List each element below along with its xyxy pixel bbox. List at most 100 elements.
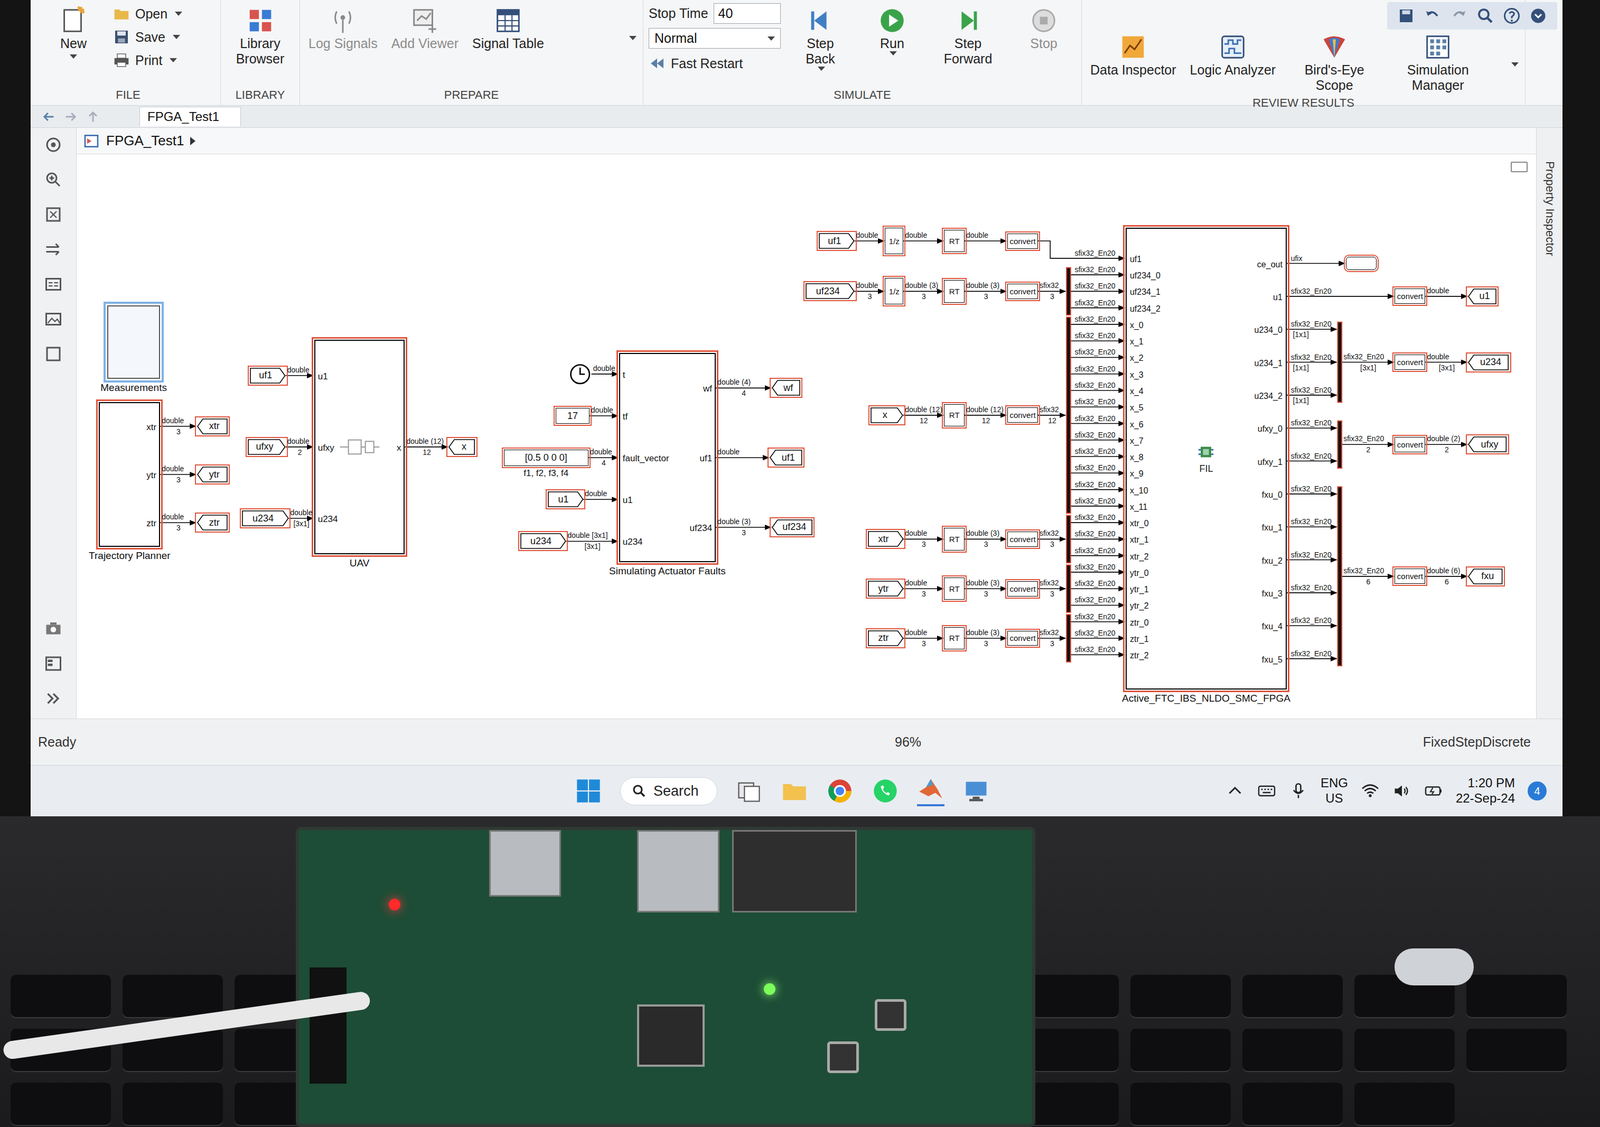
signal-line[interactable] (1070, 521, 1125, 523)
signal-line[interactable] (903, 637, 943, 639)
convert-block[interactable]: convert (1394, 354, 1426, 370)
bus-bar[interactable] (1066, 564, 1071, 613)
from-tag[interactable]: ufxy (247, 438, 286, 455)
gallery-expand[interactable] (629, 35, 637, 41)
signal-line[interactable] (1286, 295, 1394, 297)
fit-view-icon[interactable] (43, 204, 63, 224)
arrow-right-icon[interactable] (43, 239, 63, 259)
signal-line[interactable] (1286, 624, 1337, 626)
signal-line[interactable] (1286, 460, 1337, 462)
block-diagram-canvas[interactable]: MeasurementsxtrytrztrTrajectory Planneru… (76, 154, 1537, 719)
fingerprint-reader[interactable] (1394, 948, 1474, 986)
prepare-button[interactable]: Signal Table (469, 3, 548, 54)
signal-line[interactable] (964, 414, 1007, 416)
signal-line[interactable] (1286, 493, 1337, 495)
simulation-mode-dropdown[interactable]: Normal (648, 27, 781, 49)
review-button[interactable]: Bird's-Eye Scope (1286, 29, 1383, 96)
signal-line[interactable] (1037, 587, 1066, 589)
breadcrumb[interactable]: FPGA_Test1 (106, 132, 184, 149)
signal-line[interactable] (1070, 291, 1125, 293)
signal-line[interactable] (1425, 443, 1467, 445)
goto-tag[interactable]: u1 (1467, 288, 1497, 305)
goto-tag[interactable]: x (448, 438, 475, 455)
goto-tag[interactable]: uf1 (769, 449, 803, 466)
chrome-icon[interactable] (826, 777, 854, 805)
convert-block[interactable]: convert (1007, 630, 1038, 647)
wifi-icon[interactable] (1360, 781, 1380, 801)
solver-type[interactable]: FixedStepDiscrete (1423, 734, 1531, 750)
subsystem-block[interactable]: ttffault_vectoru1u234wfuf1uf234 (619, 352, 716, 563)
rt-block[interactable]: RT (943, 627, 965, 650)
keyboard-key[interactable] (1354, 1082, 1455, 1125)
bus-bar[interactable] (1066, 267, 1071, 316)
bus-bar[interactable] (1337, 420, 1342, 469)
dropdown-caret[interactable] (817, 66, 826, 71)
signal-line[interactable] (1070, 274, 1125, 276)
language-indicator[interactable]: ENGUS (1320, 775, 1349, 807)
new-button[interactable]: New (41, 3, 106, 61)
whatsapp-icon[interactable] (871, 777, 900, 805)
simulate-button[interactable]: Step Forward (931, 3, 1005, 69)
signal-line[interactable] (1070, 587, 1125, 589)
taskbar-search[interactable]: Search (620, 777, 718, 806)
signal-line[interactable] (1070, 653, 1125, 656)
rt-block[interactable]: RT (943, 279, 965, 303)
battery-icon[interactable] (1424, 781, 1444, 801)
signal-line[interactable] (288, 517, 313, 519)
goto-tag[interactable]: ytr (197, 466, 228, 483)
keyboard-key[interactable] (1466, 974, 1567, 1017)
prepare-button[interactable]: Add Viewer (388, 3, 462, 54)
keyboard-key[interactable] (122, 974, 223, 1017)
keyboard-key[interactable] (1354, 1028, 1455, 1071)
push-button[interactable] (874, 998, 907, 1031)
bus-bar[interactable] (1066, 515, 1071, 564)
bus-bar[interactable] (1337, 322, 1342, 403)
signal-line[interactable] (1070, 637, 1125, 639)
up-arrow-icon[interactable] (85, 109, 101, 125)
from-tag[interactable]: uf234 (805, 283, 855, 299)
hide-browser-icon[interactable] (43, 135, 63, 155)
signal-line[interactable] (1070, 472, 1125, 474)
area-icon[interactable] (43, 344, 63, 364)
from-tag[interactable]: u1 (547, 491, 584, 508)
from-tag[interactable]: uf1 (818, 232, 855, 249)
signal-line[interactable] (903, 414, 943, 416)
rt-block[interactable]: RT (943, 229, 965, 252)
review-button[interactable]: Logic Analyzer (1186, 29, 1280, 80)
signal-line[interactable] (964, 587, 1007, 589)
simulate-button[interactable]: Run (859, 3, 925, 58)
goto-tag[interactable]: uf234 (771, 519, 813, 536)
signal-line[interactable] (964, 637, 1007, 639)
signal-line[interactable] (1070, 323, 1125, 325)
signal-line[interactable] (1037, 291, 1066, 293)
goto-tag[interactable]: u234 (1467, 354, 1509, 371)
signal-line[interactable] (1037, 538, 1066, 540)
file-explorer-icon[interactable] (780, 777, 809, 805)
convert-block[interactable]: convert (1007, 407, 1038, 423)
signal-line[interactable] (1425, 361, 1467, 363)
signal-line[interactable] (1286, 328, 1337, 330)
signal-line[interactable] (1341, 575, 1394, 577)
signal-line[interactable] (964, 291, 1007, 293)
file-action-button[interactable]: Open (113, 3, 183, 25)
signal-line[interactable] (1070, 423, 1125, 425)
dropdown-caret[interactable] (69, 54, 78, 59)
signal-line[interactable] (1286, 658, 1337, 660)
bus-bar[interactable] (1066, 614, 1071, 662)
convert-block[interactable]: convert (1394, 568, 1426, 584)
signal-line[interactable] (1070, 373, 1125, 375)
forward-arrow-icon[interactable] (63, 109, 79, 125)
image-icon[interactable] (43, 309, 63, 329)
from-tag[interactable]: ytr (867, 580, 904, 597)
keyboard-key[interactable] (10, 974, 111, 1017)
delay-block[interactable]: 1/z (884, 227, 904, 255)
signal-line[interactable] (589, 415, 619, 417)
signal-line[interactable] (715, 387, 771, 389)
prepare-button[interactable]: Log Signals (305, 3, 381, 54)
signal-line[interactable] (1286, 427, 1337, 429)
show-hidden-icons-chevron[interactable] (1225, 781, 1245, 801)
signal-line[interactable] (1286, 559, 1337, 561)
remote-desktop-icon[interactable] (962, 777, 990, 805)
collapse-icon[interactable] (1528, 6, 1548, 26)
rt-block[interactable]: RT (943, 577, 965, 600)
